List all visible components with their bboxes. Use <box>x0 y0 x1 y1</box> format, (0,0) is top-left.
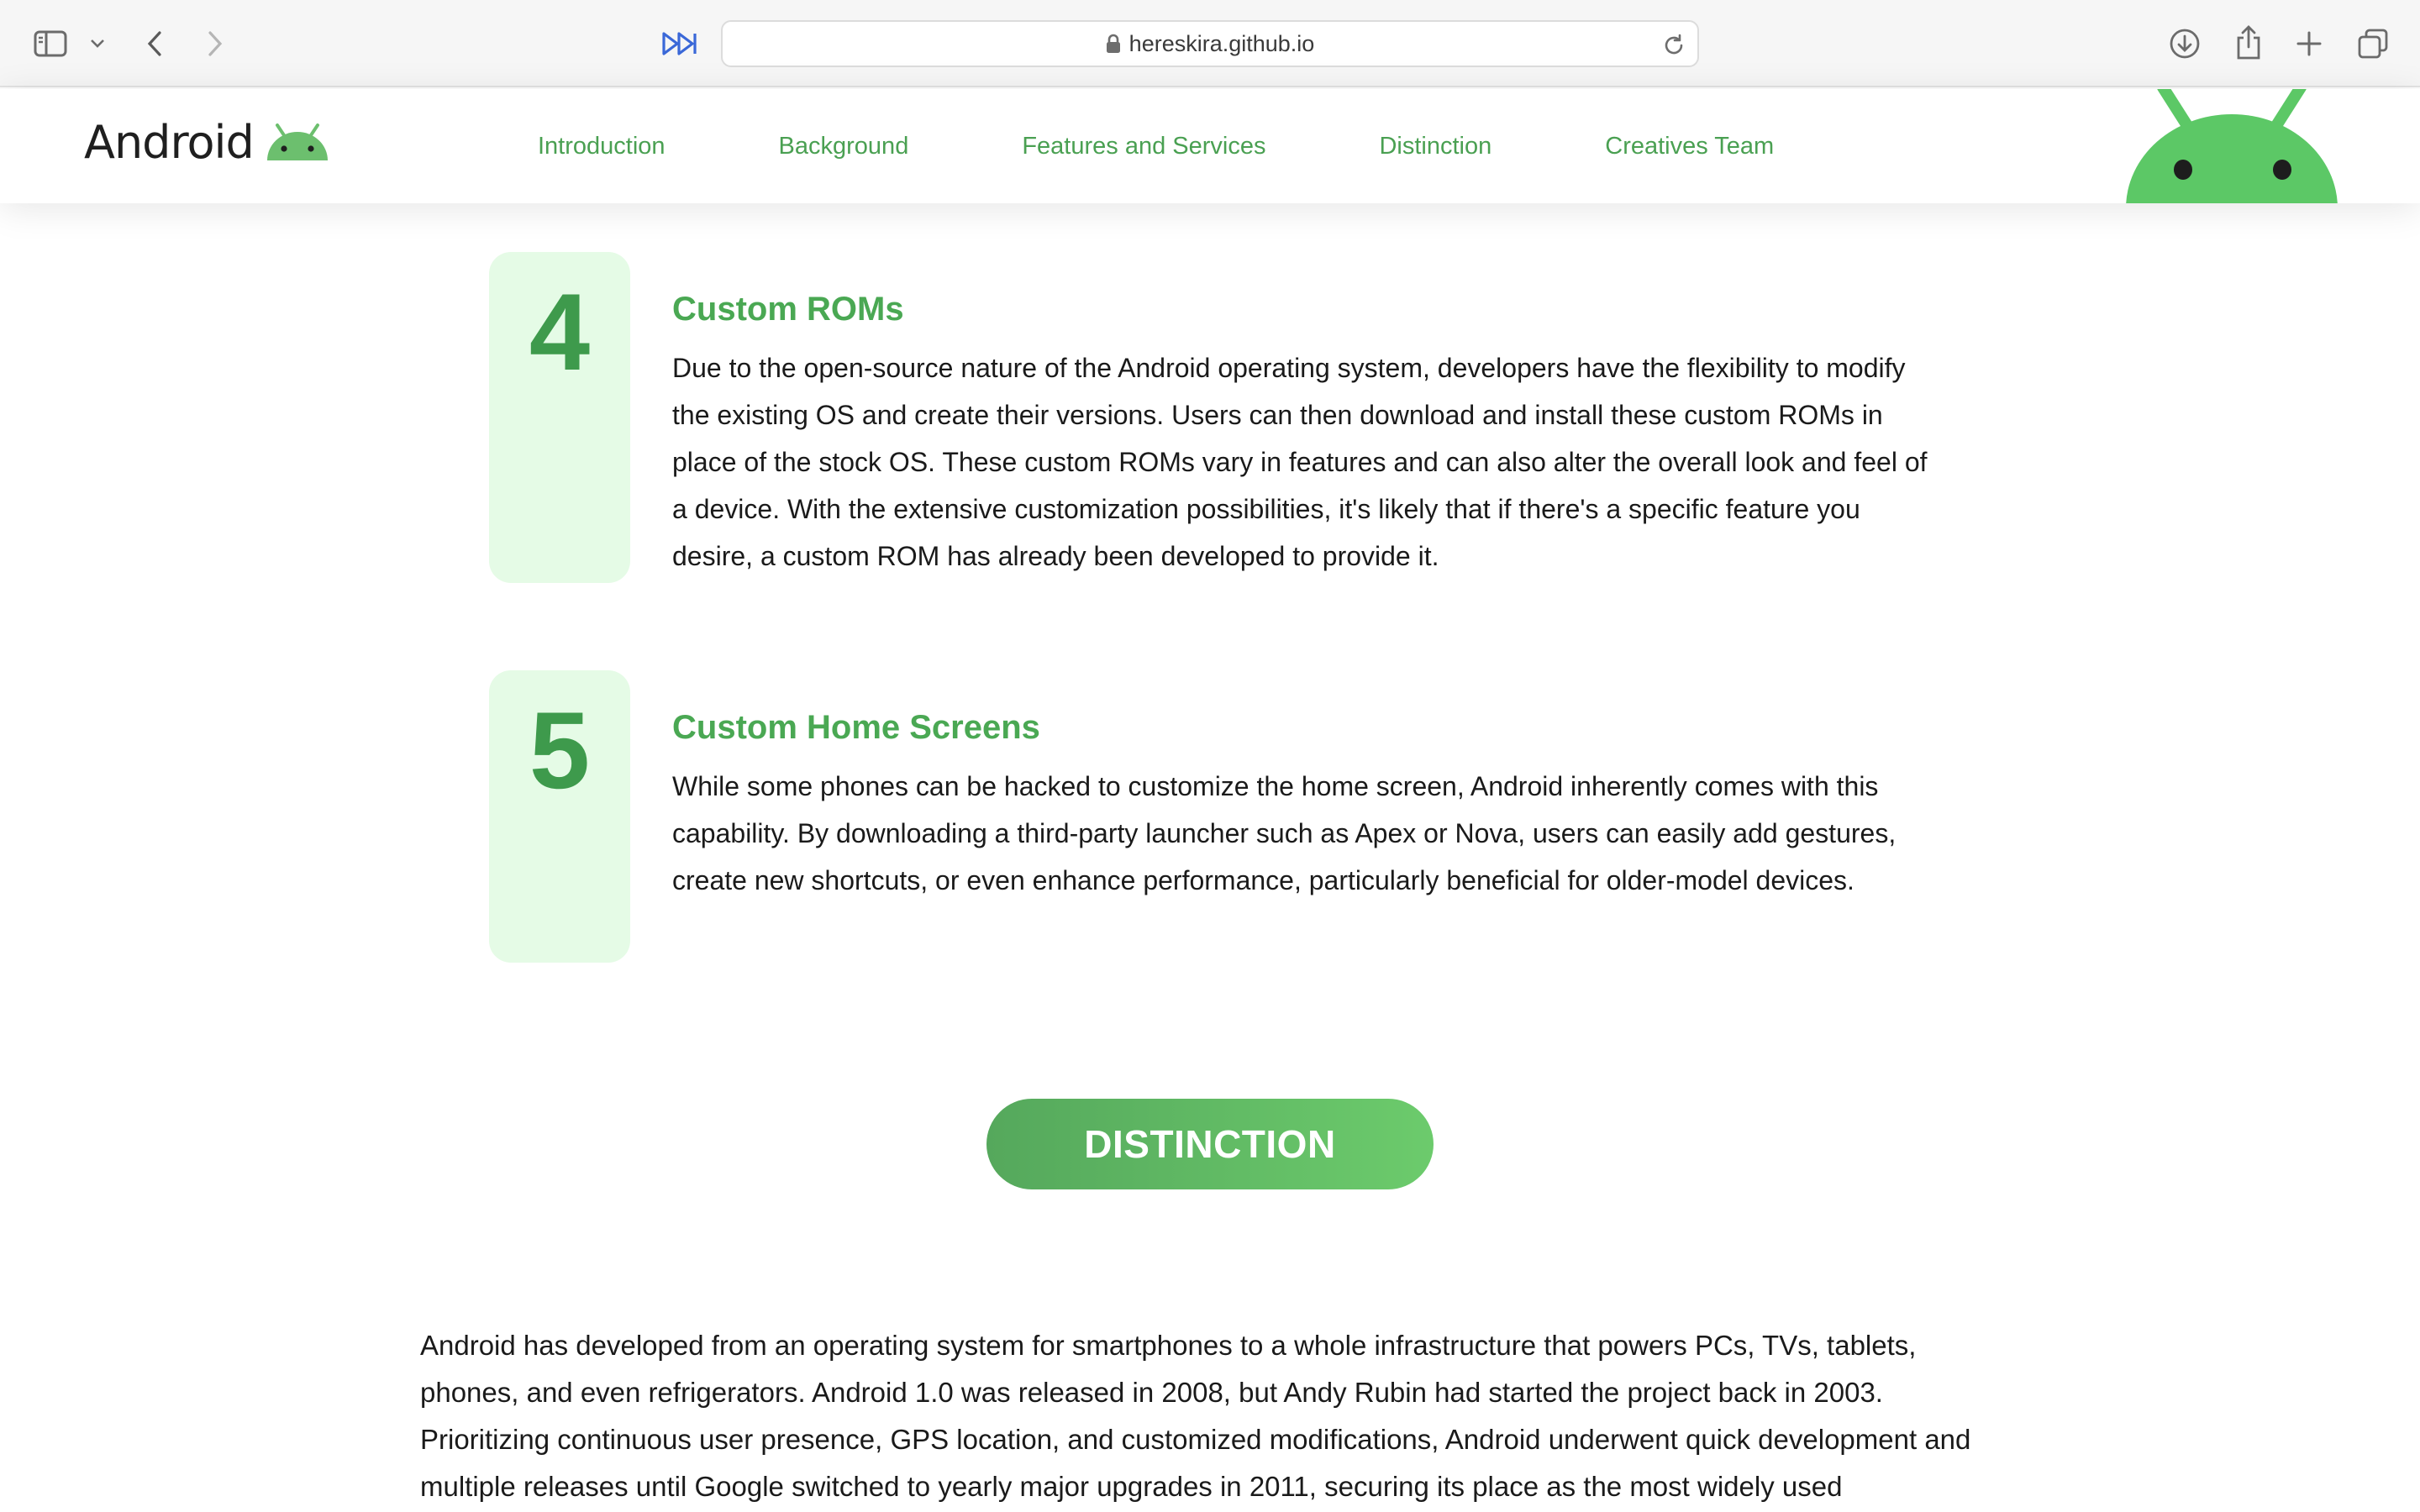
feature-description: Due to the open-source nature of the And… <box>672 353 1928 571</box>
sidebar-toggle-icon[interactable] <box>32 25 69 62</box>
feature-number-box: 4 <box>489 252 630 583</box>
feature-item: 5 Custom Home Screens While some phones … <box>489 670 1968 964</box>
android-logo[interactable]: Android <box>84 116 329 169</box>
site-header: Android Introduction Background Features… <box>0 89 2420 203</box>
nav-background[interactable]: Background <box>779 133 909 160</box>
address-bar[interactable]: hereskira.github.io <box>721 20 1699 67</box>
back-arrow-icon[interactable] <box>138 25 171 62</box>
distinction-paragraph: Android has developed from an operating … <box>420 1330 1971 1502</box>
feature-number: 5 <box>529 689 591 811</box>
nav-introduction[interactable]: Introduction <box>538 133 666 160</box>
download-icon[interactable] <box>2166 25 2203 62</box>
address-url: hereskira.github.io <box>1128 30 1315 56</box>
lock-icon <box>1106 34 1121 54</box>
site-nav: Introduction Background Features and Ser… <box>538 89 1887 203</box>
nav-creatives-team[interactable]: Creatives Team <box>1605 133 1774 160</box>
new-tab-plus-icon[interactable] <box>2291 25 2328 62</box>
feature-title: Custom ROMs <box>672 291 904 328</box>
feature-number-box: 5 <box>489 670 630 963</box>
nav-features-and-services[interactable]: Features and Services <box>1022 133 1265 160</box>
forward-arrow-icon[interactable] <box>198 25 232 62</box>
feature-title: Custom Home Screens <box>672 709 1040 746</box>
android-bot-icon <box>266 123 329 166</box>
feature-description: While some phones can be hacked to custo… <box>672 771 1897 895</box>
section-heading-distinction: DISTINCTION <box>986 1099 1434 1189</box>
fast-forward-extension-icon[interactable] <box>660 27 699 60</box>
logo-text: Android <box>84 116 255 169</box>
browser-toolbar: hereskira.github.io <box>0 0 2420 87</box>
tab-overview-icon[interactable] <box>2354 25 2391 62</box>
feature-number: 4 <box>529 270 591 393</box>
android-mascot-icon <box>2123 89 2341 203</box>
chevron-down-icon[interactable] <box>86 32 109 55</box>
nav-distinction[interactable]: Distinction <box>1379 133 1491 160</box>
share-icon[interactable] <box>2230 22 2267 62</box>
reload-icon[interactable] <box>1660 32 1687 59</box>
feature-item: 4 Custom ROMs Due to the open-source nat… <box>489 252 1968 585</box>
